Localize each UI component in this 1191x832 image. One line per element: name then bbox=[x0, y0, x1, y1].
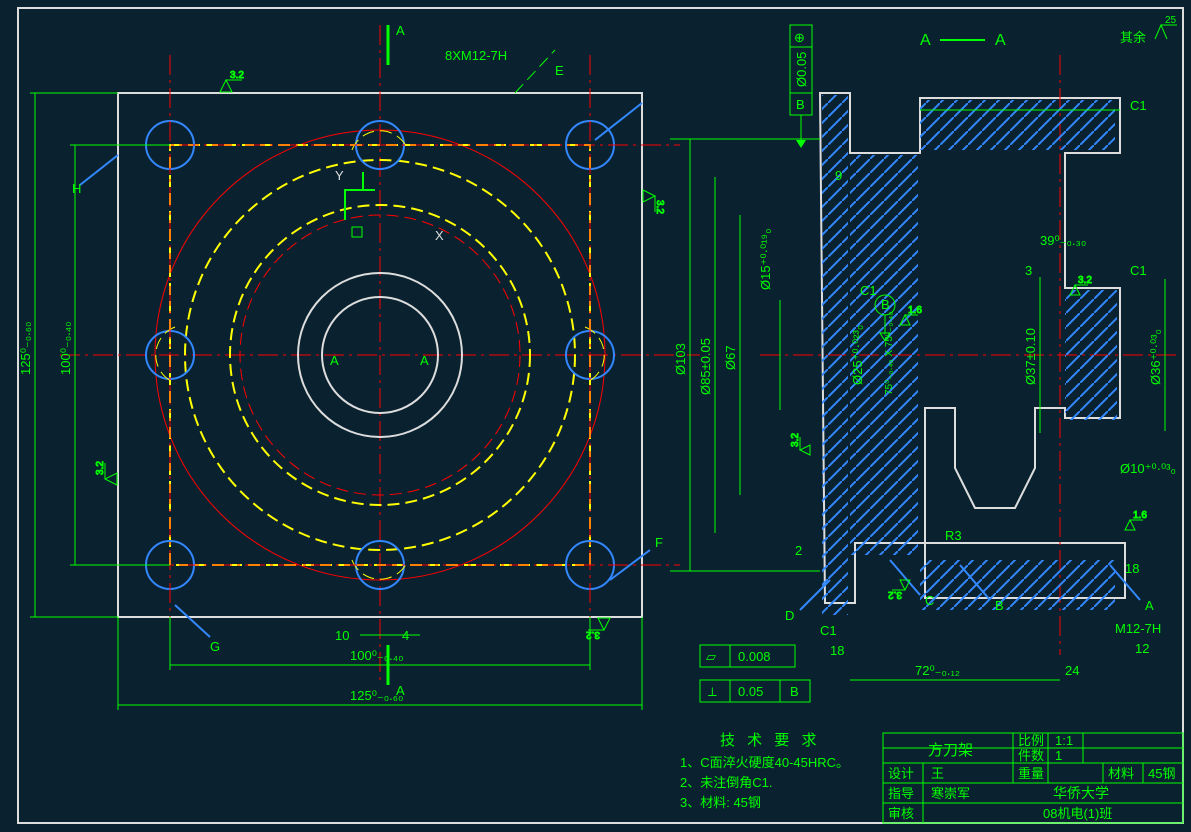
d10: Ø10⁺⁰·⁰³₀ bbox=[1120, 461, 1176, 476]
d85: Ø85±0.05 bbox=[698, 338, 713, 395]
svg-text:C: C bbox=[925, 593, 934, 608]
gtol-perp: ⟂ 0.05 B bbox=[700, 680, 810, 702]
svg-text:0.05: 0.05 bbox=[738, 684, 763, 699]
svg-text:1.6: 1.6 bbox=[908, 305, 922, 316]
axis-a: A bbox=[330, 353, 339, 368]
svg-text:材料: 材料 bbox=[1108, 766, 1134, 781]
dim3: 3 bbox=[1025, 263, 1032, 278]
c1-a: C1 bbox=[1130, 98, 1147, 113]
svg-text:审核: 审核 bbox=[888, 806, 914, 821]
d36: Ø36⁺⁰·⁰³₀ bbox=[1148, 329, 1163, 385]
gtol-flat: ▱ 0.008 bbox=[700, 645, 795, 667]
svg-text:1.6: 1.6 bbox=[1133, 510, 1147, 521]
svg-text:1: 1 bbox=[1055, 748, 1062, 763]
dim39: 39⁰₋₀.₃₀ bbox=[1040, 233, 1086, 248]
d67: Ø67 bbox=[723, 345, 738, 370]
c1-b: C1 bbox=[1130, 263, 1147, 278]
svg-text:08机电(1)班: 08机电(1)班 bbox=[1043, 806, 1112, 821]
axis-a2: A bbox=[420, 353, 429, 368]
svg-text:3.2: 3.2 bbox=[230, 70, 244, 81]
svg-text:件数: 件数 bbox=[1018, 748, 1044, 763]
dim18r: 18 bbox=[1125, 561, 1139, 576]
dim72: 72⁰₋₀.₁₂ bbox=[915, 663, 960, 678]
gtol-top: ⊕ Ø0.05 B bbox=[790, 25, 812, 148]
feat75: 75⁰₋₀.₄₀ X 75⁰₋₀.₄₀ bbox=[884, 312, 895, 395]
svg-text:技 术 要 求: 技 术 要 求 bbox=[720, 732, 821, 749]
svg-text:3.2: 3.2 bbox=[790, 433, 801, 447]
section-label: A A bbox=[920, 32, 1006, 49]
dim24: 24 bbox=[1065, 663, 1079, 678]
cad-canvas: X Y A A 8XM12-7H E F G H A A 3.2 3.2 3.2… bbox=[0, 0, 1191, 829]
svg-text:3.2: 3.2 bbox=[95, 461, 106, 475]
default-surf: 其余 25 bbox=[1120, 15, 1177, 45]
section-view: Ø103 Ø85±0.05 Ø67 Ø25⁺⁰·⁰²³₀ Ø15⁺⁰·⁰¹⁹₀ … bbox=[670, 55, 1180, 680]
c1-c: C1 bbox=[860, 283, 877, 298]
dim-100h: 100⁰₋₀.₄₀ bbox=[350, 648, 403, 663]
svg-text:比例: 比例 bbox=[1018, 733, 1044, 748]
dim-125h: 125⁰₋₀.₆₀ bbox=[350, 688, 403, 703]
svg-text:方刀架: 方刀架 bbox=[928, 742, 973, 759]
svg-text:B: B bbox=[790, 684, 799, 699]
svg-text:1:1: 1:1 bbox=[1055, 733, 1073, 748]
d25: Ø25⁺⁰·⁰²³₀ bbox=[850, 325, 865, 385]
svg-text:3.2: 3.2 bbox=[586, 629, 600, 640]
hole-spec: 8XM12-7H bbox=[445, 48, 507, 63]
dim12: 12 bbox=[1135, 641, 1149, 656]
d103: Ø103 bbox=[673, 343, 688, 375]
leader-H: H bbox=[72, 181, 81, 196]
dim18: 18 bbox=[830, 643, 844, 658]
svg-text:3.2: 3.2 bbox=[654, 200, 665, 214]
svg-text:2、未注倒角C1.: 2、未注倒角C1. bbox=[680, 775, 772, 790]
r3: R3 bbox=[945, 528, 962, 543]
svg-text:重量: 重量 bbox=[1018, 766, 1044, 781]
thread: M12-7H bbox=[1115, 621, 1161, 636]
dim2: 2 bbox=[795, 543, 802, 558]
svg-text:⟂: ⟂ bbox=[708, 684, 717, 699]
title-block: 方刀架 比例 1:1 件数 1 设计 王 重量 材料 45钢 指导 寒崇军 华侨大学 审核… bbox=[883, 733, 1183, 823]
leader-F: F bbox=[655, 535, 663, 550]
svg-text:25: 25 bbox=[1165, 15, 1177, 26]
svg-text:寒崇军: 寒崇军 bbox=[931, 786, 970, 801]
svg-text:0.008: 0.008 bbox=[738, 649, 771, 664]
axis-y: Y bbox=[335, 168, 344, 183]
svg-text:A: A bbox=[1145, 598, 1154, 613]
dim10: 10 bbox=[335, 628, 349, 643]
svg-text:3.2: 3.2 bbox=[888, 589, 902, 600]
svg-text:3、材料: 45钢: 3、材料: 45钢 bbox=[680, 795, 761, 810]
svg-text:指导: 指导 bbox=[888, 786, 914, 801]
svg-text:王: 王 bbox=[931, 766, 944, 781]
plan-view: X Y A A 8XM12-7H E F G H A A 3.2 3.2 3.2… bbox=[18, 23, 700, 710]
dim-125v: 125⁰₋₀.₆₀ bbox=[18, 322, 33, 375]
svg-text:B: B bbox=[796, 97, 805, 112]
svg-text:Ø0.05: Ø0.05 bbox=[794, 52, 809, 87]
dim-100v: 100⁰₋₀.₄₀ bbox=[58, 322, 73, 375]
dim4: 4 bbox=[402, 628, 409, 643]
d15: Ø15⁺⁰·⁰¹⁹₀ bbox=[758, 229, 773, 290]
leader-G: G bbox=[210, 639, 220, 654]
svg-text:A: A bbox=[995, 32, 1006, 49]
svg-text:华侨大学: 华侨大学 bbox=[1053, 785, 1109, 801]
svg-text:45钢: 45钢 bbox=[1148, 766, 1175, 781]
svg-text:1、C面淬火硬度40-45HRC。: 1、C面淬火硬度40-45HRC。 bbox=[680, 755, 849, 770]
svg-text:B: B bbox=[881, 297, 890, 312]
svg-text:⊕: ⊕ bbox=[794, 30, 805, 45]
svg-text:B: B bbox=[995, 598, 1004, 613]
svg-text:▱: ▱ bbox=[706, 649, 716, 664]
axis-x: X bbox=[435, 228, 444, 243]
leader-E: E bbox=[555, 63, 564, 78]
svg-text:A: A bbox=[920, 32, 931, 49]
section-top: A bbox=[396, 23, 405, 38]
d37: Ø37±0.10 bbox=[1023, 328, 1038, 385]
dim9: 9 bbox=[835, 168, 842, 183]
svg-text:其余: 其余 bbox=[1120, 30, 1146, 45]
c1-d: C1 bbox=[820, 623, 837, 638]
svg-text:设计: 设计 bbox=[888, 766, 914, 781]
svg-text:D: D bbox=[785, 608, 794, 623]
svg-text:3.2: 3.2 bbox=[1078, 275, 1092, 286]
tech-req: 技 术 要 求 1、C面淬火硬度40-45HRC。 2、未注倒角C1. 3、材料… bbox=[680, 732, 849, 810]
